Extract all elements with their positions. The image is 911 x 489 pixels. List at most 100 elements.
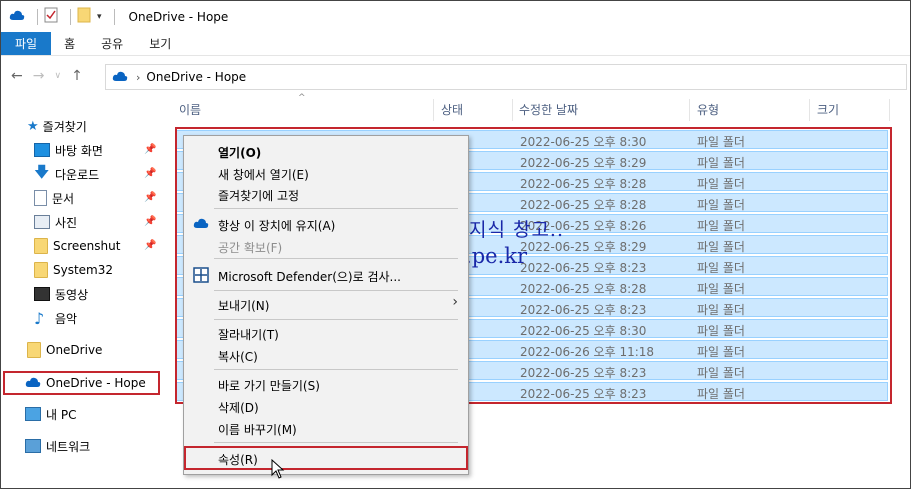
menu-item-keep-on-device[interactable]: 항상 이 장치에 유지(A) <box>218 217 335 234</box>
menu-item-open[interactable]: 열기(O) <box>218 144 261 161</box>
breadcrumb-current[interactable]: OneDrive - Hope <box>146 70 246 84</box>
menu-item-pin-quick-access[interactable]: 즐겨찾기에 고정 <box>218 187 299 204</box>
nav-label: 다운로드 <box>55 167 100 182</box>
nav-label: 네트워크 <box>46 439 91 454</box>
nav-label: 음악 <box>55 311 78 326</box>
nav-item-desktop[interactable]: 바탕 화면 <box>34 139 103 161</box>
tab-file[interactable]: 파일 <box>1 32 52 55</box>
ribbon-tabs: 파일 홈 공유 보기 <box>1 32 910 56</box>
nav-item-network[interactable]: 네트워크 <box>25 435 90 457</box>
menu-item-cut[interactable]: 잘라내기(T) <box>218 326 279 343</box>
title-bar: ▾ OneDrive - Hope <box>1 1 910 32</box>
separator <box>113 8 115 25</box>
computer-icon <box>25 407 41 421</box>
nav-quick-access[interactable]: ★ 즐겨찾기 <box>27 115 87 137</box>
nav-label: 문서 <box>52 191 75 206</box>
nav-item-system32[interactable]: System32 <box>34 259 113 281</box>
network-icon <box>25 439 41 453</box>
desktop-icon <box>34 143 50 157</box>
column-divider[interactable] <box>689 99 690 121</box>
folder-icon <box>27 342 41 358</box>
download-icon: 🡇 <box>34 162 50 181</box>
menu-item-delete[interactable]: 삭제(D) <box>218 399 259 416</box>
nav-label: System32 <box>53 263 114 277</box>
nav-item-this-pc[interactable]: 내 PC <box>25 403 76 425</box>
nav-item-music[interactable]: ♪ 음악 <box>34 307 77 329</box>
sort-ascending-icon: ^ <box>298 93 306 103</box>
star-icon: ★ <box>27 118 39 134</box>
nav-label: 바탕 화면 <box>55 143 103 158</box>
onedrive-cloud-icon <box>9 9 25 24</box>
defender-shield-icon <box>193 267 209 283</box>
nav-item-downloads[interactable]: 🡇 다운로드 <box>34 163 99 185</box>
nav-item-screenshut[interactable]: Screenshut <box>34 235 120 257</box>
submenu-arrow-icon: › <box>452 294 458 310</box>
menu-item-free-space[interactable]: 공간 확보(F) <box>218 239 282 256</box>
highlight-onedrive-hope <box>3 371 160 395</box>
menu-item-rename[interactable]: 이름 바꾸기(M) <box>218 421 297 438</box>
breadcrumb-chevron-icon[interactable]: › <box>136 71 140 84</box>
navigation-pane: ★ 즐겨찾기 바탕 화면 📌 🡇 다운로드 📌 문서 📌 사진 📌 Screen… <box>1 95 161 488</box>
column-divider[interactable] <box>809 99 810 121</box>
onedrive-cloud-icon <box>112 70 128 85</box>
separator <box>37 8 38 25</box>
column-header-modified[interactable]: 수정한 날짜 <box>519 97 578 123</box>
nav-label: 내 PC <box>46 407 77 422</box>
column-header-status[interactable]: 상태 <box>441 97 463 123</box>
video-icon <box>34 287 50 301</box>
menu-item-send-to[interactable]: 보내기(N) <box>218 297 269 314</box>
menu-separator <box>214 258 458 259</box>
pin-icon: 📌 <box>144 216 157 227</box>
nav-buttons: ← → ∨ ↑ <box>1 68 105 84</box>
nav-label: 즐겨찾기 <box>42 119 87 134</box>
onedrive-cloud-icon <box>193 217 209 231</box>
column-divider[interactable] <box>433 99 434 121</box>
menu-item-defender-scan[interactable]: Microsoft Defender(으)로 검사... <box>218 268 401 285</box>
back-arrow-icon[interactable]: ← <box>11 68 23 84</box>
music-icon: ♪ <box>34 308 45 328</box>
nav-item-pictures[interactable]: 사진 <box>34 211 77 233</box>
mouse-cursor-icon <box>271 458 285 482</box>
column-header-name[interactable]: 이름 <box>179 97 201 123</box>
menu-item-create-shortcut[interactable]: 바로 가기 만들기(S) <box>218 377 320 394</box>
nav-item-videos[interactable]: 동영상 <box>34 283 88 305</box>
tab-home[interactable]: 홈 <box>51 32 88 55</box>
folder-icon <box>34 262 48 278</box>
window-title: OneDrive - Hope <box>128 9 229 24</box>
pin-icon: 📌 <box>144 192 157 203</box>
folder-icon <box>34 238 48 254</box>
menu-item-open-new-window[interactable]: 새 창에서 열기(E) <box>218 166 309 183</box>
column-header-size[interactable]: 크기 <box>817 97 839 123</box>
column-header-type[interactable]: 유형 <box>697 97 719 123</box>
forward-arrow-icon[interactable]: → <box>33 68 45 84</box>
nav-label: 동영상 <box>55 287 89 302</box>
up-arrow-icon[interactable]: ↑ <box>71 68 83 84</box>
address-box[interactable]: › OneDrive - Hope <box>105 64 907 90</box>
pin-icon: 📌 <box>144 240 157 251</box>
address-bar-row: ← → ∨ ↑ › OneDrive - Hope <box>1 57 910 95</box>
column-divider[interactable] <box>512 99 513 121</box>
highlight-properties <box>184 446 468 470</box>
nav-label: OneDrive <box>46 343 103 357</box>
nav-item-onedrive[interactable]: OneDrive <box>27 339 102 361</box>
tab-share[interactable]: 공유 <box>88 32 136 55</box>
recent-dropdown-icon[interactable]: ∨ <box>54 71 61 81</box>
menu-item-copy[interactable]: 복사(C) <box>218 348 258 365</box>
menu-separator <box>214 319 458 320</box>
context-menu: 열기(O) 새 창에서 열기(E) 즐겨찾기에 고정 항상 이 장치에 유지(A… <box>183 135 469 475</box>
separator <box>70 8 71 25</box>
new-folder-icon[interactable] <box>77 7 91 26</box>
column-divider[interactable] <box>889 99 890 121</box>
menu-separator <box>214 290 458 291</box>
menu-separator <box>214 442 458 443</box>
properties-check-icon[interactable] <box>44 7 58 26</box>
nav-item-documents[interactable]: 문서 <box>34 187 74 209</box>
quick-access-dropdown-icon[interactable]: ▾ <box>97 12 102 22</box>
nav-label: Screenshut <box>53 239 121 253</box>
pin-icon: 📌 <box>144 168 157 179</box>
tab-view[interactable]: 보기 <box>136 32 184 55</box>
menu-separator <box>214 208 458 209</box>
nav-label: 사진 <box>55 215 78 230</box>
pin-icon: 📌 <box>144 144 157 155</box>
document-icon <box>34 190 47 206</box>
